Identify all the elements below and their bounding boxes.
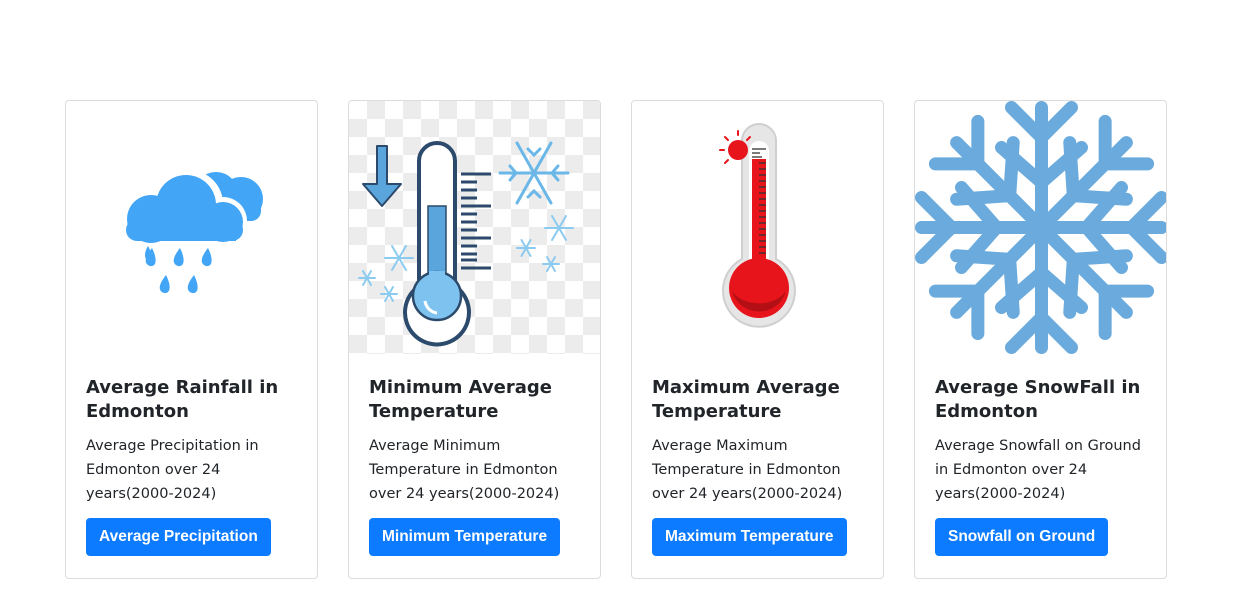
card-min-temperature: Minimum Average Temperature Average Mini…	[348, 100, 601, 579]
card-deck: Average Rainfall in Edmonton Average Pre…	[65, 100, 1167, 579]
card-rainfall: Average Rainfall in Edmonton Average Pre…	[65, 100, 318, 579]
hot-thermometer-icon	[719, 123, 796, 328]
snowfall-on-ground-button[interactable]: Snowfall on Ground	[935, 518, 1109, 556]
card-title: Average SnowFall in Edmonton	[935, 377, 1141, 422]
card-description: Average Maximum Temperature in Edmonton …	[652, 438, 843, 502]
cold-thermometer-image	[349, 101, 600, 354]
maximum-temperature-button[interactable]: Maximum Temperature	[652, 518, 847, 556]
card-description: Average Minimum Temperature in Edmonton …	[369, 438, 560, 502]
card-title: Maximum Average Temperature	[652, 377, 840, 422]
rain-cloud-icon	[126, 170, 263, 294]
card-body: Maximum Average Temperature Average Maxi…	[652, 376, 865, 556]
cold-thermometer-icon	[358, 141, 574, 347]
card-body: Average Rainfall in Edmonton Average Pre…	[86, 376, 299, 556]
card-max-temperature: Maximum Average Temperature Average Maxi…	[631, 100, 884, 579]
card-body: Minimum Average Temperature Average Mini…	[369, 376, 582, 556]
average-precipitation-button[interactable]: Average Precipitation	[86, 518, 271, 556]
card-body: Average SnowFall in Edmonton Average Sno…	[935, 376, 1148, 556]
card-title: Average Rainfall in Edmonton	[86, 377, 279, 422]
card-title: Minimum Average Temperature	[369, 377, 553, 422]
snowflake-icon	[915, 101, 1167, 354]
card-description: Average Snowfall on Ground in Edmonton o…	[935, 438, 1141, 502]
card-description: Average Precipitation in Edmonton over 2…	[86, 438, 259, 502]
minimum-temperature-button[interactable]: Minimum Temperature	[369, 518, 561, 556]
card-snowfall: Average SnowFall in Edmonton Average Sno…	[914, 100, 1167, 579]
